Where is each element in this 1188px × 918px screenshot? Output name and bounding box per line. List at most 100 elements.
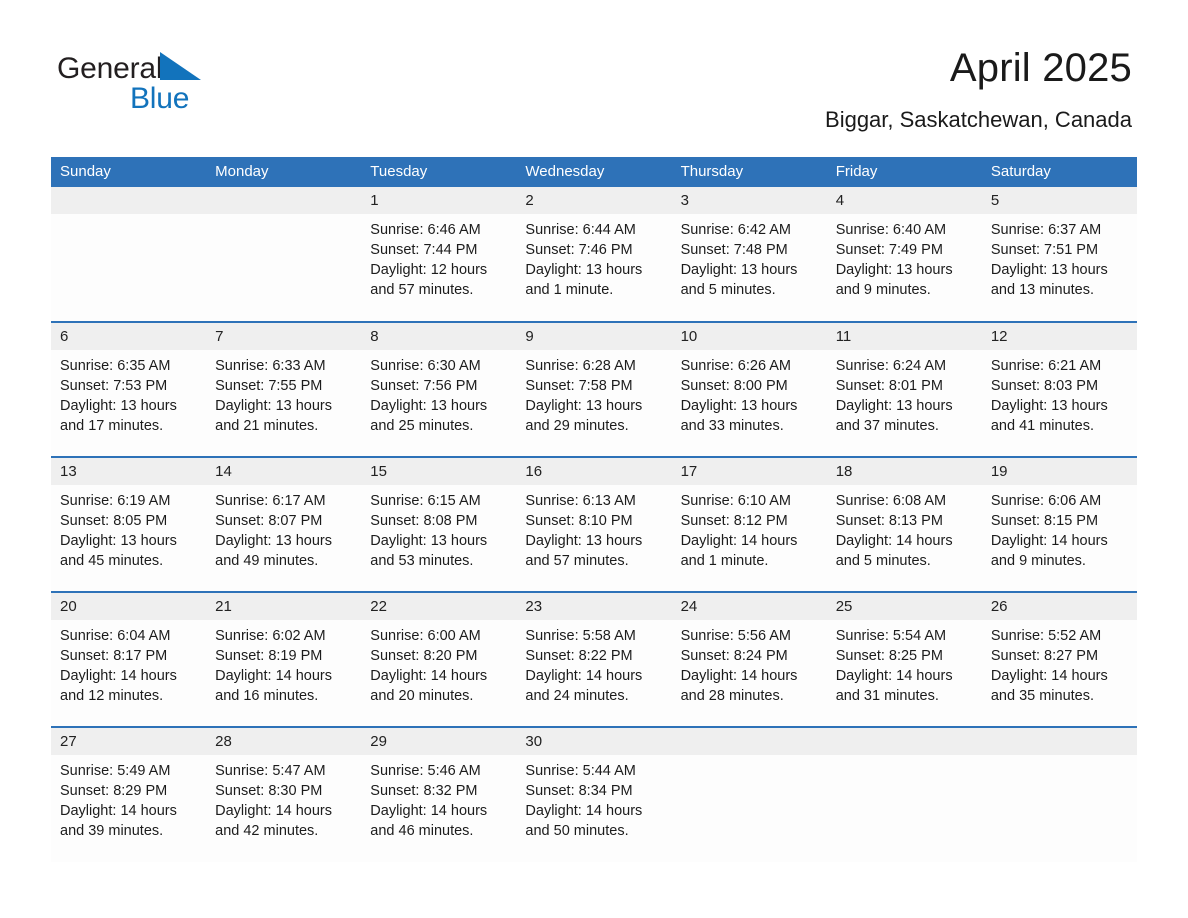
day-details: Sunrise: 5:58 AM Sunset: 8:22 PM Dayligh… (516, 620, 671, 706)
day-cell[interactable]: 24 Sunrise: 5:56 AM Sunset: 8:24 PM Dayl… (671, 591, 827, 727)
sunset-text: Sunset: 8:32 PM (370, 783, 478, 799)
calendar-body: 1 Sunrise: 6:46 AM Sunset: 7:44 PM Dayli… (51, 187, 1137, 862)
sunset-text: Sunset: 8:24 PM (680, 648, 788, 664)
day-cell[interactable]: 12 Sunrise: 6:21 AM Sunset: 8:03 PM Dayl… (981, 321, 1137, 457)
sunset-text: Sunset: 8:10 PM (525, 513, 633, 529)
day-details: Sunrise: 6:06 AM Sunset: 8:15 PM Dayligh… (982, 485, 1137, 571)
day-cell[interactable]: 5 Sunrise: 6:37 AM Sunset: 7:51 PM Dayli… (981, 187, 1137, 322)
day-cell[interactable]: 8 Sunrise: 6:30 AM Sunset: 7:56 PM Dayli… (361, 321, 517, 457)
sunset-text: Sunset: 8:30 PM (215, 783, 323, 799)
daylight-text: Daylight: 14 hours and 35 minutes. (990, 668, 1108, 704)
daylight-text: Daylight: 13 hours and 25 minutes. (370, 398, 488, 434)
sunrise-text: Sunrise: 6:15 AM (370, 493, 481, 509)
day-details: Sunrise: 5:52 AM Sunset: 8:27 PM Dayligh… (982, 620, 1137, 706)
sunrise-text: Sunrise: 5:47 AM (215, 763, 326, 779)
day-details: Sunrise: 6:26 AM Sunset: 8:00 PM Dayligh… (672, 350, 827, 436)
day-cell[interactable]: 1 Sunrise: 6:46 AM Sunset: 7:44 PM Dayli… (361, 187, 517, 322)
day-number: 15 (361, 458, 517, 485)
day-number: 28 (206, 728, 362, 755)
day-cell[interactable]: 4 Sunrise: 6:40 AM Sunset: 7:49 PM Dayli… (826, 187, 982, 322)
sunset-text: Sunset: 7:55 PM (215, 378, 323, 394)
sunset-text: Sunset: 7:49 PM (835, 242, 943, 258)
daylight-text: Daylight: 13 hours and 1 minute. (525, 262, 643, 298)
day-cell[interactable]: 22 Sunrise: 6:00 AM Sunset: 8:20 PM Dayl… (361, 591, 517, 727)
day-number: 4 (826, 187, 982, 214)
sunrise-text: Sunrise: 5:46 AM (370, 763, 481, 779)
sunrise-text: Sunrise: 5:54 AM (835, 628, 947, 644)
day-number: 27 (51, 728, 207, 755)
weekday-header-sunday: Sunday (51, 157, 207, 187)
day-cell[interactable]: 28 Sunrise: 5:47 AM Sunset: 8:30 PM Dayl… (206, 726, 362, 862)
day-cell[interactable]: 27 Sunrise: 5:49 AM Sunset: 8:29 PM Dayl… (51, 726, 207, 862)
day-cell[interactable]: 3 Sunrise: 6:42 AM Sunset: 7:48 PM Dayli… (671, 187, 827, 322)
day-cell[interactable]: 13 Sunrise: 6:19 AM Sunset: 8:05 PM Dayl… (51, 456, 207, 592)
day-details: Sunrise: 6:13 AM Sunset: 8:10 PM Dayligh… (516, 485, 671, 571)
day-cell[interactable]: 30 Sunrise: 5:44 AM Sunset: 8:34 PM Dayl… (516, 726, 672, 862)
day-cell[interactable]: 25 Sunrise: 5:54 AM Sunset: 8:25 PM Dayl… (826, 591, 982, 727)
day-number (671, 728, 827, 755)
day-cell[interactable]: 29 Sunrise: 5:46 AM Sunset: 8:32 PM Dayl… (361, 726, 517, 862)
day-details: Sunrise: 6:02 AM Sunset: 8:19 PM Dayligh… (206, 620, 361, 706)
day-details: Sunrise: 6:33 AM Sunset: 7:55 PM Dayligh… (206, 350, 361, 436)
daylight-text: Daylight: 13 hours and 21 minutes. (215, 398, 333, 434)
day-cell[interactable]: 19 Sunrise: 6:06 AM Sunset: 8:15 PM Dayl… (981, 456, 1137, 592)
day-cell[interactable]: 17 Sunrise: 6:10 AM Sunset: 8:12 PM Dayl… (671, 456, 827, 592)
day-cell[interactable]: 11 Sunrise: 6:24 AM Sunset: 8:01 PM Dayl… (826, 321, 982, 457)
day-number: 19 (981, 458, 1137, 485)
location-subtitle: Biggar, Saskatchewan, Canada (825, 107, 1132, 132)
day-number: 3 (671, 187, 827, 214)
logo-top-row: General (57, 52, 317, 86)
calendar-week-row: 20 Sunrise: 6:04 AM Sunset: 8:17 PM Dayl… (51, 591, 1137, 727)
sunrise-text: Sunrise: 6:04 AM (60, 628, 171, 644)
day-cell[interactable]: 14 Sunrise: 6:17 AM Sunset: 8:07 PM Dayl… (206, 456, 362, 592)
day-cell-empty (671, 726, 827, 862)
day-cell[interactable]: 9 Sunrise: 6:28 AM Sunset: 7:58 PM Dayli… (516, 321, 672, 457)
day-details: Sunrise: 6:15 AM Sunset: 8:08 PM Dayligh… (361, 485, 516, 571)
day-number: 11 (826, 323, 982, 350)
sunset-text: Sunset: 8:01 PM (835, 378, 943, 394)
sunset-text: Sunset: 7:53 PM (60, 378, 168, 394)
sunset-text: Sunset: 8:00 PM (680, 378, 788, 394)
day-number: 7 (206, 323, 362, 350)
day-cell[interactable]: 15 Sunrise: 6:15 AM Sunset: 8:08 PM Dayl… (361, 456, 517, 592)
sunrise-text: Sunrise: 6:44 AM (525, 222, 636, 238)
weekday-header-saturday: Saturday (981, 157, 1137, 187)
daylight-text: Daylight: 14 hours and 42 minutes. (215, 803, 333, 839)
day-details: Sunrise: 5:49 AM Sunset: 8:29 PM Dayligh… (51, 755, 206, 841)
daylight-text: Daylight: 13 hours and 53 minutes. (370, 533, 488, 569)
day-cell[interactable]: 23 Sunrise: 5:58 AM Sunset: 8:22 PM Dayl… (516, 591, 672, 727)
sunset-text: Sunset: 7:51 PM (990, 242, 1099, 258)
day-cell[interactable]: 2 Sunrise: 6:44 AM Sunset: 7:46 PM Dayli… (516, 187, 672, 322)
daylight-text: Daylight: 13 hours and 33 minutes. (680, 398, 798, 434)
sunrise-text: Sunrise: 6:30 AM (370, 358, 481, 374)
weekday-header-monday: Monday (206, 157, 362, 187)
day-cell[interactable]: 20 Sunrise: 6:04 AM Sunset: 8:17 PM Dayl… (51, 591, 207, 727)
page-title: April 2025 (949, 46, 1132, 90)
sunrise-text: Sunrise: 6:37 AM (990, 222, 1102, 238)
day-cell[interactable]: 10 Sunrise: 6:26 AM Sunset: 8:00 PM Dayl… (671, 321, 827, 457)
sunset-text: Sunset: 8:05 PM (60, 513, 168, 529)
sunrise-text: Sunrise: 6:10 AM (680, 493, 791, 509)
day-details: Sunrise: 6:46 AM Sunset: 7:44 PM Dayligh… (361, 214, 516, 300)
day-cell[interactable]: 26 Sunrise: 5:52 AM Sunset: 8:27 PM Dayl… (981, 591, 1137, 727)
day-cell[interactable]: 6 Sunrise: 6:35 AM Sunset: 7:53 PM Dayli… (51, 321, 207, 457)
calendar-header-row: Sunday Monday Tuesday Wednesday Thursday… (51, 157, 1137, 187)
day-cell[interactable]: 7 Sunrise: 6:33 AM Sunset: 7:55 PM Dayli… (206, 321, 362, 457)
sunrise-sunset-calendar: Sunday Monday Tuesday Wednesday Thursday… (51, 157, 1137, 862)
day-cell[interactable]: 18 Sunrise: 6:08 AM Sunset: 8:13 PM Dayl… (826, 456, 982, 592)
sunrise-text: Sunrise: 6:28 AM (525, 358, 636, 374)
calendar-page: General Blue April 2025 Biggar, Saskatch… (0, 0, 1188, 918)
day-details: Sunrise: 6:44 AM Sunset: 7:46 PM Dayligh… (516, 214, 671, 300)
day-number (826, 728, 982, 755)
day-cell-empty (206, 187, 362, 322)
day-number: 6 (51, 323, 207, 350)
title-block: April 2025 Biggar, Saskatchewan, Canada (825, 44, 1132, 134)
sunset-text: Sunset: 8:03 PM (990, 378, 1099, 394)
day-cell-empty (51, 187, 207, 322)
day-cell[interactable]: 21 Sunrise: 6:02 AM Sunset: 8:19 PM Dayl… (206, 591, 362, 727)
day-cell[interactable]: 16 Sunrise: 6:13 AM Sunset: 8:10 PM Dayl… (516, 456, 672, 592)
calendar-week-row: 6 Sunrise: 6:35 AM Sunset: 7:53 PM Dayli… (51, 321, 1137, 457)
logo-bottom-row: Blue (57, 83, 317, 115)
day-details: Sunrise: 6:24 AM Sunset: 8:01 PM Dayligh… (827, 350, 982, 436)
day-number: 29 (361, 728, 517, 755)
